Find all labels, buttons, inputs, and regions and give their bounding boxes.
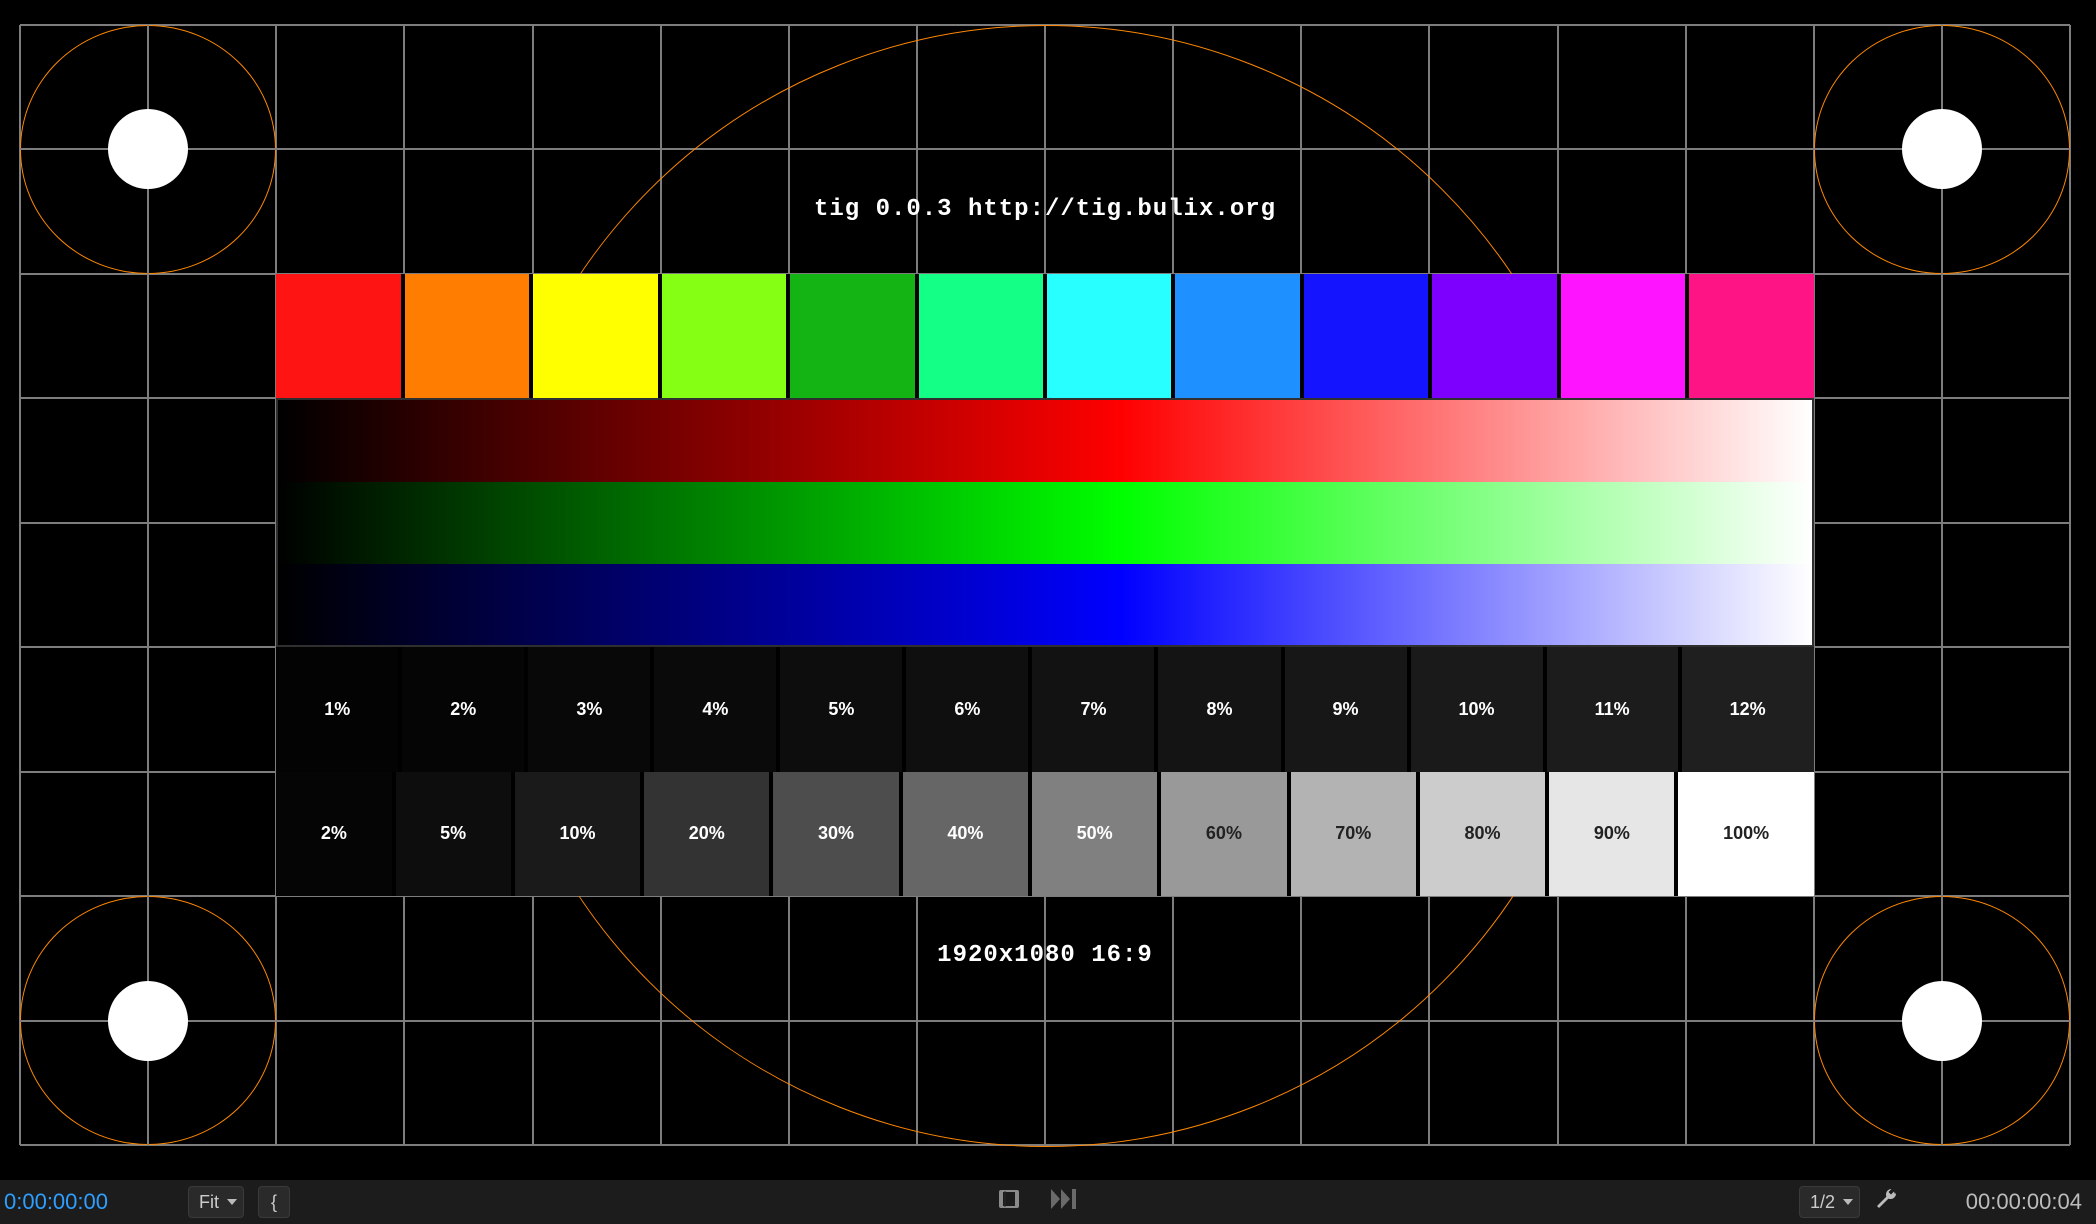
grey-ramp-step-90: 90% [1547, 772, 1676, 896]
hue-swatch-1 [403, 274, 531, 398]
rgb-gradient-block [276, 398, 1814, 647]
corner-circle-bottom-right [1814, 896, 2070, 1145]
grey-ramp-step-10: 10% [513, 772, 642, 896]
grey-ramp-row: 2%5%10%20%30%40%50%60%70%80%90%100% [276, 772, 1814, 896]
hue-swatch-2 [531, 274, 659, 398]
grey-ramp-step-100: 100% [1676, 772, 1813, 896]
near-black-step-11: 11% [1545, 647, 1680, 771]
resolution-fraction-select[interactable]: 1/2 [1799, 1186, 1860, 1218]
test-pattern-image: tig 0.0.3 http://tig.bulix.org 1%2%3%4%5… [20, 25, 2070, 1145]
near-black-step-1: 1% [276, 647, 400, 771]
chevron-down-icon [227, 1197, 237, 1207]
hue-swatch-9 [1430, 274, 1558, 398]
hue-swatch-row [276, 274, 1814, 398]
grey-ramp-step-40: 40% [901, 772, 1030, 896]
step-forward-icon[interactable] [1051, 1189, 1077, 1215]
near-black-step-9: 9% [1283, 647, 1409, 771]
grey-ramp-step-60: 60% [1159, 772, 1288, 896]
timecode-in[interactable]: 0:00:00:00 [4, 1189, 174, 1215]
video-preview-pane[interactable]: tig 0.0.3 http://tig.bulix.org 1%2%3%4%5… [0, 0, 2096, 1180]
corner-circle-top-right [1814, 25, 2070, 274]
corner-circle-bottom-left [20, 896, 276, 1145]
near-black-steps-row: 1%2%3%4%5%6%7%8%9%10%11%12% [276, 647, 1814, 771]
wrench-icon[interactable] [1874, 1187, 1898, 1217]
near-black-step-10: 10% [1409, 647, 1545, 771]
viewer-bottom-toolbar: 0:00:00:00 Fit { 1/2 00:00:00:04 [0, 1179, 2096, 1224]
resolution-fraction-label: 1/2 [1810, 1192, 1835, 1213]
grey-ramp-step-2: 2% [276, 772, 393, 896]
hue-swatch-0 [276, 274, 402, 398]
hue-swatch-11 [1687, 274, 1813, 398]
hue-swatch-8 [1302, 274, 1430, 398]
pattern-title-text: tig 0.0.3 http://tig.bulix.org [20, 196, 2070, 223]
zoom-select[interactable]: Fit [188, 1186, 244, 1218]
hue-swatch-7 [1173, 274, 1301, 398]
grey-ramp-step-50: 50% [1030, 772, 1159, 896]
timecode-out[interactable]: 00:00:00:04 [1912, 1189, 2082, 1215]
grey-ramp-step-5: 5% [394, 772, 513, 896]
hue-swatch-5 [917, 274, 1045, 398]
chevron-down-icon [1843, 1197, 1853, 1207]
blue-gradient-strip [278, 564, 1812, 646]
near-black-step-3: 3% [526, 647, 652, 771]
grey-ramp-step-30: 30% [771, 772, 900, 896]
corner-circle-top-left [20, 25, 276, 274]
near-black-step-7: 7% [1030, 647, 1156, 771]
film-strip-icon[interactable] [997, 1187, 1021, 1217]
hue-swatch-4 [788, 274, 916, 398]
near-black-step-6: 6% [904, 647, 1030, 771]
grey-ramp-step-80: 80% [1418, 772, 1547, 896]
green-gradient-strip [278, 482, 1812, 564]
pattern-resolution-text: 1920x1080 16:9 [20, 942, 2070, 969]
bracket-icon: { [271, 1192, 277, 1213]
near-black-step-12: 12% [1680, 647, 1814, 771]
zoom-select-label: Fit [199, 1192, 219, 1213]
grey-ramp-step-70: 70% [1289, 772, 1418, 896]
near-black-step-2: 2% [400, 647, 526, 771]
grey-ramp-step-20: 20% [642, 772, 771, 896]
near-black-step-4: 4% [652, 647, 778, 771]
hue-swatch-10 [1559, 274, 1687, 398]
near-black-step-8: 8% [1156, 647, 1282, 771]
hue-swatch-6 [1045, 274, 1173, 398]
bracket-marker-button[interactable]: { [258, 1186, 290, 1218]
hue-swatch-3 [660, 274, 788, 398]
red-gradient-strip [278, 400, 1812, 482]
near-black-step-5: 5% [778, 647, 904, 771]
